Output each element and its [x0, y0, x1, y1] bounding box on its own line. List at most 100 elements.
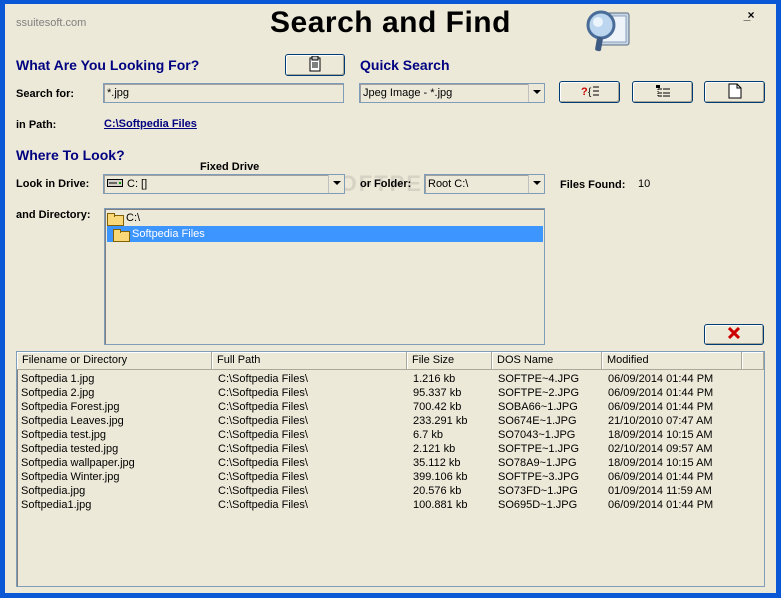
cell-modified: 02/10/2014 09:57 AM — [608, 443, 713, 455]
cell-full-path: C:\Softpedia Files\ — [218, 443, 308, 455]
cell-modified: 06/09/2014 01:44 PM — [608, 401, 714, 413]
cell-full-path: C:\Softpedia Files\ — [218, 415, 308, 427]
cell-filename: Softpedia.jpg — [21, 485, 86, 497]
table-row[interactable]: Softpedia Leaves.jpg C:\Softpedia Files\ 2… — [17, 414, 744, 428]
files-found-label: Files Found: — [560, 179, 626, 191]
clipboard-list-icon — [307, 55, 323, 75]
table-row[interactable]: Softpedia Forest.jpg C:\Softpedia Files\ 7… — [17, 400, 744, 414]
column-dos-name[interactable]: DOS Name — [492, 352, 602, 370]
close-button[interactable]: × — [744, 8, 758, 22]
cell-full-path: C:\Softpedia Files\ — [218, 387, 308, 399]
cell-filename: Softpedia wallpaper.jpg — [21, 457, 135, 469]
in-path-label: in Path: — [16, 119, 57, 131]
table-row[interactable]: Softpedia test.jpg C:\Softpedia Files\ 6.7… — [17, 428, 744, 442]
cell-dos-name: SO695D~1.JPG — [498, 499, 578, 511]
tree-list-icon — [655, 84, 671, 101]
quick-search-value: Jpeg Image - *.jpg — [363, 87, 453, 99]
cell-full-path: C:\Softpedia Files\ — [218, 457, 308, 469]
drive-type-label: Fixed Drive — [200, 161, 260, 173]
cell-full-path: C:\Softpedia Files\ — [218, 499, 308, 511]
delete-x-icon — [727, 326, 741, 342]
folder-open-icon — [107, 212, 124, 226]
cell-modified: 06/09/2014 01:44 PM — [608, 499, 714, 511]
table-row[interactable]: Softpedia wallpaper.jpg C:\Softpedia File… — [17, 456, 744, 470]
table-row[interactable]: Softpedia Winter.jpg C:\Softpedia Files\ 3… — [17, 470, 744, 484]
column-spacer — [742, 352, 764, 370]
cell-dos-name: SO674E~1.JPG — [498, 415, 577, 427]
cell-file-size: 700.42 kb — [413, 401, 462, 413]
clear-results-button[interactable] — [704, 324, 764, 345]
new-document-button[interactable] — [704, 81, 765, 103]
table-row[interactable]: Softpedia.jpg C:\Softpedia Files\ 20.576 k… — [17, 484, 744, 498]
cell-dos-name: SOFTPE~1.JPG — [498, 443, 579, 455]
cell-file-size: 6.7 kb — [413, 429, 443, 441]
cell-filename: Softpedia 1.jpg — [21, 373, 95, 385]
cell-dos-name: SO78A9~1.JPG — [498, 457, 577, 469]
column-filename[interactable]: Filename or Directory — [17, 352, 212, 370]
cell-filename: Softpedia1.jpg — [21, 499, 92, 511]
cell-file-size: 95.337 kb — [413, 387, 462, 399]
help-question-icon: ? { — [580, 84, 600, 101]
files-found-count: 10 — [638, 178, 651, 190]
cell-filename: Softpedia test.jpg — [21, 429, 107, 441]
drive-select[interactable]: C: [] — [103, 174, 345, 194]
directory-label: and Directory: — [16, 209, 91, 221]
column-full-path[interactable]: Full Path — [212, 352, 407, 370]
table-row[interactable]: Softpedia 2.jpg C:\Softpedia Files\ 95.337… — [17, 386, 744, 400]
search-for-label: Search for: — [16, 88, 75, 100]
folder-value: Root C:\ — [428, 178, 469, 190]
cell-filename: Softpedia Forest.jpg — [21, 401, 120, 413]
chevron-down-icon[interactable] — [328, 175, 344, 193]
search-options-button[interactable] — [285, 54, 345, 76]
magnifier-logo-icon — [583, 7, 633, 55]
table-row[interactable]: Softpedia1.jpg C:\Softpedia Files\ 100.881… — [17, 498, 744, 512]
results-list[interactable]: Filename or Directory Full Path File Siz… — [16, 351, 765, 587]
folder-select[interactable]: Root C:\ — [424, 174, 545, 194]
directory-item[interactable]: C:\ — [107, 210, 543, 226]
cell-dos-name: SOFTPE~2.JPG — [498, 387, 579, 399]
document-icon — [728, 83, 742, 102]
quick-search-heading: Quick Search — [360, 57, 450, 73]
cell-modified: 18/09/2014 10:15 AM — [608, 457, 713, 469]
cell-full-path: C:\Softpedia Files\ — [218, 373, 308, 385]
cell-dos-name: SO73FD~1.JPG — [498, 485, 578, 497]
cell-full-path: C:\Softpedia Files\ — [218, 471, 308, 483]
cell-modified: 06/09/2014 01:44 PM — [608, 471, 714, 483]
cell-dos-name: SOFTPE~3.JPG — [498, 471, 579, 483]
svg-text:{: { — [588, 87, 592, 98]
cell-modified: 21/10/2010 07:47 AM — [608, 415, 713, 427]
cell-file-size: 20.576 kb — [413, 485, 462, 497]
cell-dos-name: SOBA66~1.JPG — [498, 401, 578, 413]
app-window: ssuitesoft.com Search and Find _ × SOFTP… — [5, 4, 776, 593]
chevron-down-icon[interactable] — [528, 84, 544, 102]
cell-dos-name: SOFTPE~4.JPG — [498, 373, 579, 385]
looking-for-heading: What Are You Looking For? — [16, 57, 200, 73]
chevron-down-icon[interactable] — [528, 175, 544, 193]
cell-full-path: C:\Softpedia Files\ — [218, 401, 308, 413]
results-header: Filename or Directory Full Path File Siz… — [17, 352, 764, 370]
look-in-drive-label: Look in Drive: — [16, 178, 90, 190]
quick-search-select[interactable]: Jpeg Image - *.jpg — [359, 83, 545, 103]
search-input[interactable]: *.jpg — [103, 83, 344, 103]
tree-view-button[interactable] — [632, 81, 693, 103]
directory-tree[interactable]: C:\ Softpedia Files — [104, 208, 545, 345]
cell-modified: 01/09/2014 11:59 AM — [608, 485, 712, 497]
cell-modified: 06/09/2014 01:44 PM — [608, 387, 714, 399]
folder-open-icon — [113, 228, 130, 242]
folder-label: or Folder: — [360, 178, 412, 190]
cell-file-size: 35.112 kb — [413, 457, 461, 469]
app-title: Search and Find — [270, 6, 511, 39]
drive-icon — [107, 178, 123, 191]
column-modified[interactable]: Modified — [602, 352, 742, 370]
table-row[interactable]: Softpedia tested.jpg C:\Softpedia Files\ 2… — [17, 442, 744, 456]
cell-file-size: 233.291 kb — [413, 415, 468, 427]
help-search-button[interactable]: ? { — [559, 81, 620, 103]
column-file-size[interactable]: File Size — [407, 352, 492, 370]
directory-item-selected[interactable]: Softpedia Files — [107, 226, 543, 242]
path-link[interactable]: C:\Softpedia Files — [104, 118, 197, 130]
cell-full-path: C:\Softpedia Files\ — [218, 485, 308, 497]
table-row[interactable]: Softpedia 1.jpg C:\Softpedia Files\ 1.216 … — [17, 372, 744, 386]
cell-filename: Softpedia 2.jpg — [21, 387, 95, 399]
cell-full-path: C:\Softpedia Files\ — [218, 429, 308, 441]
cell-modified: 06/09/2014 01:44 PM — [608, 373, 714, 385]
